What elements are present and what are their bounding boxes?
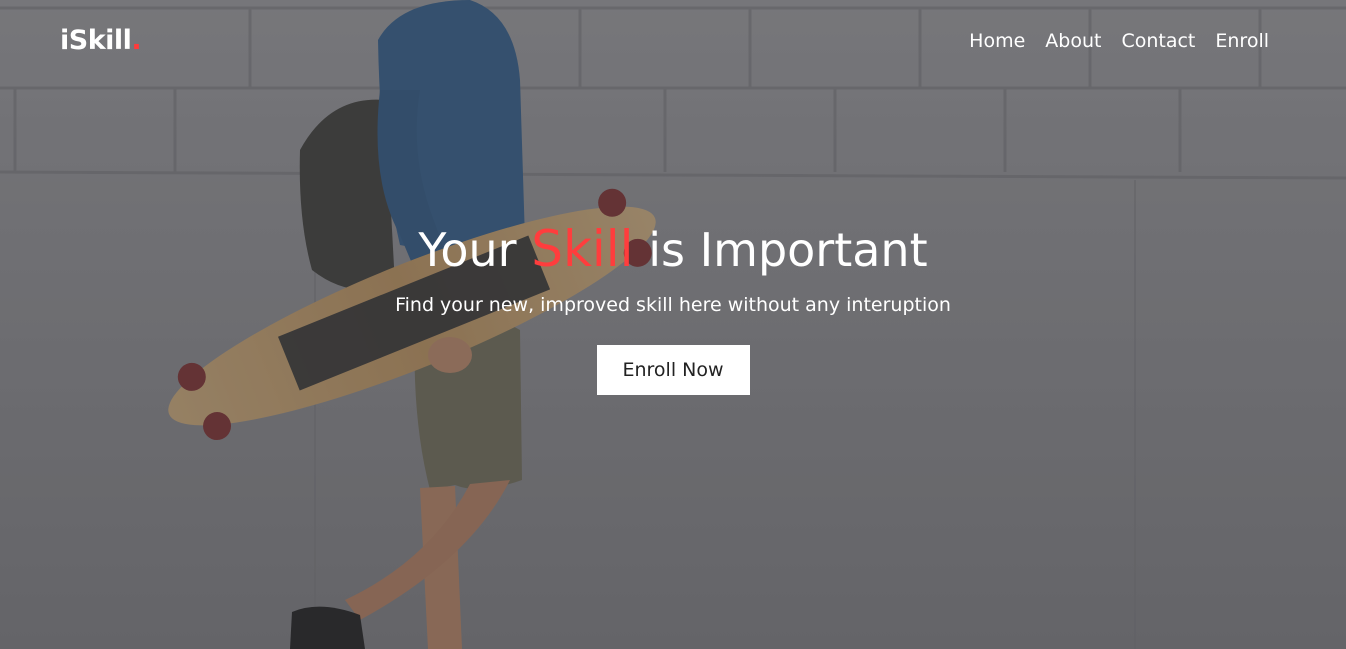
headline-text-after: is Important: [633, 223, 928, 277]
nav-menu: Home About Contact Enroll: [969, 28, 1269, 54]
brand-name: iSkill: [60, 25, 132, 56]
headline-highlight: Skill: [531, 220, 634, 278]
nav-link-home[interactable]: Home: [969, 28, 1025, 54]
hero-section: iSkill. Home About Contact Enroll Your S…: [0, 0, 1346, 649]
nav-link-contact[interactable]: Contact: [1121, 28, 1195, 54]
headline-text-before: Your: [418, 223, 532, 277]
hero-subtitle: Find your new, improved skill here witho…: [395, 294, 951, 316]
enroll-now-button[interactable]: Enroll Now: [596, 345, 750, 395]
navbar: iSkill. Home About Contact Enroll: [0, 0, 1346, 84]
hero-content: Your Skill is Important Find your new, i…: [0, 214, 1346, 395]
nav-link-enroll[interactable]: Enroll: [1215, 28, 1269, 54]
brand-logo[interactable]: iSkill.: [60, 24, 142, 58]
nav-link-about[interactable]: About: [1045, 28, 1101, 54]
brand-logo-dot: .: [131, 25, 142, 56]
hero-headline: Your Skill is Important: [0, 214, 1346, 285]
